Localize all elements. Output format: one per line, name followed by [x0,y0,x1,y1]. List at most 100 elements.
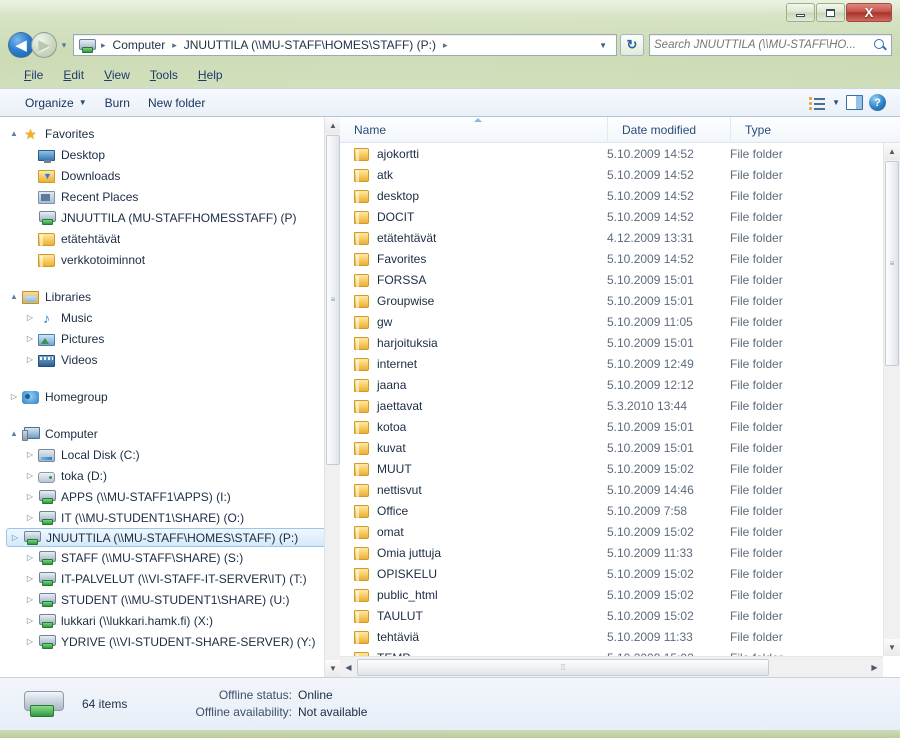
column-header-date-modified[interactable]: Date modified [607,116,730,143]
expander-icon[interactable]: ▷ [22,513,38,522]
sidebar-item-videos[interactable]: ▷ Videos [0,349,340,370]
table-row[interactable]: DOCIT 5.10.2009 14:52 File folder [340,206,883,227]
view-dropdown-icon[interactable]: ▼ [832,98,840,107]
sidebar-item-jnuuttila-p[interactable]: ▷ JNUUTTILA (\\MU-STAFF\HOMES\STAFF) (P:… [6,528,334,547]
column-header-type[interactable]: Type [730,116,900,143]
new-folder-button[interactable]: New folder [139,93,214,113]
table-row[interactable]: MUUT 5.10.2009 15:02 File folder [340,458,883,479]
expander-icon[interactable]: ▷ [22,355,38,364]
maximize-button[interactable] [816,3,845,22]
close-button[interactable]: X [846,3,892,22]
table-row[interactable]: TEMP5.10.2009 15:02File folder [340,647,883,656]
sidebar-item-recent-places[interactable]: · Recent Places [0,186,340,207]
expander-icon[interactable]: ▷ [22,616,38,625]
menu-edit[interactable]: Edit [53,66,94,84]
change-view-icon[interactable] [809,96,826,110]
expander-icon[interactable]: ▷ [22,334,38,343]
table-row[interactable]: gw 5.10.2009 11:05 File folder [340,311,883,332]
breadcrumb-item-current[interactable]: JNUUTTILA (\\MU-STAFF\HOMES\STAFF) (P:) [181,35,439,55]
table-row[interactable]: kuvat 5.10.2009 15:01 File folder [340,437,883,458]
breadcrumb-item-computer[interactable]: Computer [110,35,169,55]
sidebar-item-student-u[interactable]: ▷ STUDENT (\\MU-STUDENT1\SHARE) (U:) [0,589,340,610]
refresh-button[interactable]: ↻ [620,34,644,56]
expander-icon[interactable]: ▷ [22,313,38,322]
scroll-left-icon[interactable]: ◀ [340,658,357,677]
table-row[interactable]: Favorites 5.10.2009 14:52 File folder [340,248,883,269]
expander-icon[interactable]: ▷ [22,450,38,459]
table-row[interactable]: kotoa 5.10.2009 15:01 File folder [340,416,883,437]
sidebar-item-local-disk-c[interactable]: ▷ Local Disk (C:) [0,444,340,465]
table-row[interactable]: desktop 5.10.2009 14:52 File folder [340,185,883,206]
table-row[interactable]: Office 5.10.2009 7:58 File folder [340,500,883,521]
table-row[interactable]: Groupwise 5.10.2009 15:01 File folder [340,290,883,311]
sidebar-item-desktop[interactable]: · Desktop [0,144,340,165]
table-row[interactable]: public_html 5.10.2009 15:02 File folder [340,584,883,605]
scroll-right-icon[interactable]: ▶ [866,658,883,677]
table-row[interactable]: jaana 5.10.2009 12:12 File folder [340,374,883,395]
expander-icon[interactable]: ▲ [6,129,22,138]
sidebar-item-it-palvelut-t[interactable]: ▷ IT-PALVELUT (\\VI-STAFF-IT-SERVER\IT) … [0,568,340,589]
file-list-horizontal-scrollbar[interactable]: ◀ ⁞⁞ ▶ [340,656,883,677]
table-row[interactable]: TAULUT 5.10.2009 15:02 File folder [340,605,883,626]
burn-button[interactable]: Burn [96,93,139,113]
expander-icon[interactable]: ▷ [22,471,38,480]
table-row[interactable]: omat 5.10.2009 15:02 File folder [340,521,883,542]
scroll-down-icon[interactable]: ▼ [884,639,900,656]
address-bar[interactable]: ▸ Computer ▸ JNUUTTILA (\\MU-STAFF\HOMES… [73,34,617,56]
table-row[interactable]: FORSSA 5.10.2009 15:01 File folder [340,269,883,290]
forward-button[interactable]: ▶ [31,32,57,58]
tree-group-computer[interactable]: ▲ Computer [0,423,340,444]
sidebar-item-apps-i[interactable]: ▷ APPS (\\MU-STAFF1\APPS) (I:) [0,486,340,507]
sidebar-item-it-o[interactable]: ▷ IT (\\MU-STUDENT1\SHARE) (O:) [0,507,340,528]
sidebar-item-toka-d[interactable]: ▷ toka (D:) [0,465,340,486]
expander-icon[interactable]: ▷ [6,392,22,401]
search-input[interactable] [654,39,873,51]
tree-group-favorites[interactable]: ▲ ★ Favorites [0,123,340,144]
sidebar-item-jnuuttila-favorite[interactable]: · JNUUTTILA (MU-STAFFHOMESSTAFF) (P) [0,207,340,228]
navigation-pane-scrollbar[interactable]: ▲ ≡ ▼ [324,117,340,677]
sidebar-item-ydrive-y[interactable]: ▷ YDRIVE (\\VI-STUDENT-SHARE-SERVER) (Y:… [0,631,340,652]
scroll-down-icon[interactable]: ▼ [325,660,340,677]
expander-icon[interactable]: ▷ [22,553,38,562]
table-row[interactable]: etätehtävät 4.12.2009 13:31 File folder [340,227,883,248]
organize-button[interactable]: Organize ▼ [16,93,96,113]
sidebar-item-homegroup[interactable]: ▷ Homegroup [0,386,340,407]
menu-help[interactable]: Help [188,66,233,84]
expander-icon[interactable]: ▷ [22,637,38,646]
table-row[interactable]: jaettavat 5.3.2010 13:44 File folder [340,395,883,416]
hscrollbar-thumb[interactable]: ⁞⁞ [357,658,769,676]
scroll-up-icon[interactable]: ▲ [325,117,340,134]
table-row[interactable]: atk 5.10.2009 14:52 File folder [340,164,883,185]
scroll-up-icon[interactable]: ▲ [884,143,900,160]
sidebar-item-pictures[interactable]: ▷ Pictures [0,328,340,349]
address-dropdown-icon[interactable]: ▼ [592,41,614,50]
sidebar-item-downloads[interactable]: · Downloads [0,165,340,186]
help-icon[interactable]: ? [869,94,886,111]
preview-pane-icon[interactable] [846,95,863,110]
column-header-name[interactable]: Name [340,117,607,143]
table-row[interactable]: nettisvut 5.10.2009 14:46 File folder [340,479,883,500]
expander-icon[interactable]: ▷ [22,595,38,604]
table-row[interactable]: internet 5.10.2009 12:49 File folder [340,353,883,374]
table-row[interactable]: Omia juttuja 5.10.2009 11:33 File folder [340,542,883,563]
expander-icon[interactable]: ▲ [6,292,22,301]
table-row[interactable]: ajokortti 5.10.2009 14:52 File folder [340,143,883,164]
sidebar-item-lukkari-x[interactable]: ▷ lukkari (\\lukkari.hamk.fi) (X:) [0,610,340,631]
search-box[interactable] [649,34,892,56]
recent-pages-button[interactable]: ▾ [57,40,71,51]
scrollbar-thumb[interactable]: ≡ [885,161,899,366]
tree-group-libraries[interactable]: ▲ Libraries [0,286,340,307]
expander-icon[interactable]: ▷ [22,492,38,501]
expander-icon[interactable]: ▲ [6,429,22,438]
table-row[interactable]: harjoituksia 5.10.2009 15:01 File folder [340,332,883,353]
menu-tools[interactable]: Tools [140,66,188,84]
sidebar-item-etatehtavat[interactable]: · etätehtävät [0,228,340,249]
expander-icon[interactable]: ▷ [22,574,38,583]
minimize-button[interactable] [786,3,815,22]
sidebar-item-staff-s[interactable]: ▷ STAFF (\\MU-STAFF\SHARE) (S:) [0,547,340,568]
sidebar-item-music[interactable]: ▷ ♪ Music [0,307,340,328]
menu-view[interactable]: View [94,66,140,84]
table-row[interactable]: OPISKELU 5.10.2009 15:02 File folder [340,563,883,584]
expander-icon[interactable]: ▷ [7,533,23,542]
table-row[interactable]: tehtäviä 5.10.2009 11:33 File folder [340,626,883,647]
